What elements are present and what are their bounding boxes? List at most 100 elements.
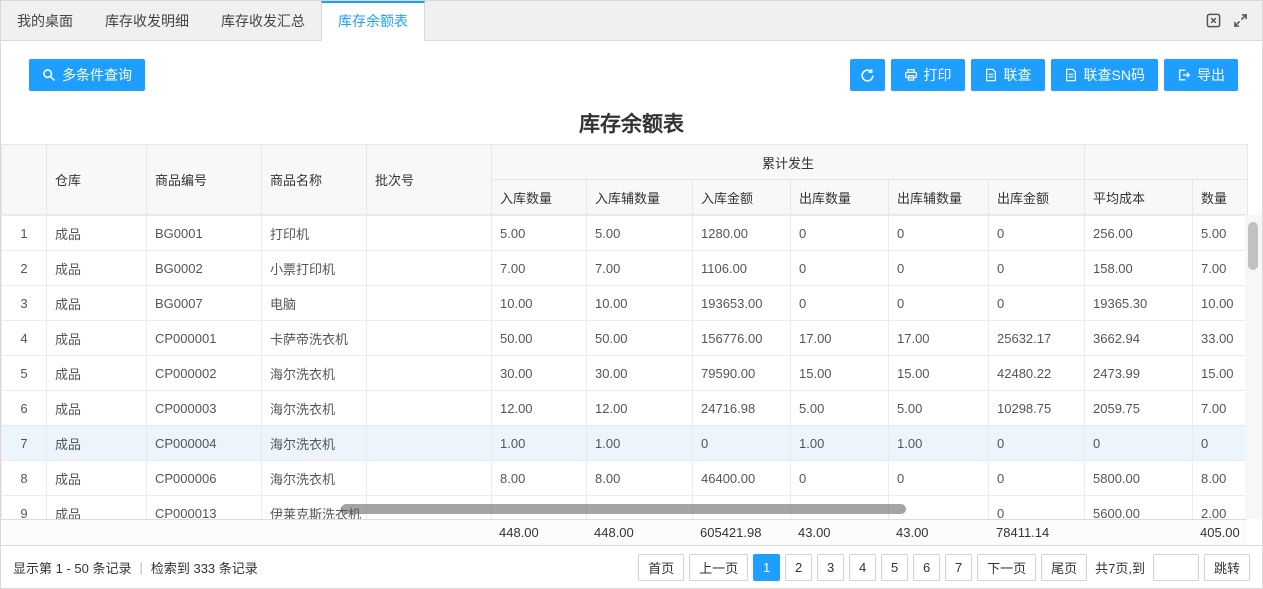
page-next-button[interactable]: 下一页: [977, 553, 1037, 581]
table-cell: 1106.00: [692, 250, 791, 286]
summary-cell: 43.00: [790, 518, 888, 545]
table-cell: 8.00: [1192, 460, 1248, 496]
table-row[interactable]: 5 成品 CP000002 海尔洗衣机 30.00 30.00 79590.00 15.00 1…: [1, 355, 1248, 391]
export-button[interactable]: 导出: [1164, 59, 1238, 91]
table-cell: 0: [1084, 425, 1193, 461]
refresh-button[interactable]: [849, 59, 885, 91]
tab-item-active[interactable]: 库存余额表: [321, 1, 425, 41]
table-cell: 0: [692, 425, 791, 461]
table-row[interactable]: 2 成品 BG0002 小票打印机 7.00 7.00 1106.00 0 0 0 158.00 7.…: [1, 250, 1248, 286]
column-header[interactable]: 入库辅数量: [586, 179, 693, 215]
row-number-cell: 8: [1, 460, 47, 496]
table-cell: 成品: [46, 390, 147, 426]
column-header[interactable]: 数量: [1192, 179, 1249, 215]
table-cell: 5600.00: [1084, 495, 1193, 519]
summary-cell: [146, 518, 261, 545]
summary-cell: [261, 518, 366, 545]
page-number-button[interactable]: 7: [945, 553, 973, 581]
column-header[interactable]: 平均成本: [1084, 179, 1194, 215]
page-jump-button[interactable]: 跳转: [1203, 553, 1250, 581]
table-cell: 5.00: [491, 215, 587, 251]
page-number-button[interactable]: 3: [817, 553, 845, 581]
table-row[interactable]: 3 成品 BG0007 电脑 10.00 10.00 193653.00 0 0 0 19365.3…: [1, 285, 1248, 321]
table-cell: 7.00: [586, 250, 693, 286]
vertical-scrollbar-thumb[interactable]: [1248, 222, 1258, 270]
app-window: 我的桌面 库存收发明细 库存收发汇总 库存余额表 多条件查询 打印 联查 联查S…: [0, 0, 1263, 589]
table-row[interactable]: 4 成品 CP000001 卡萨帝洗衣机 50.00 50.00 156776.00 17.0…: [1, 320, 1248, 356]
table-cell: 50.00: [586, 320, 693, 356]
table-cell: 成品: [46, 250, 147, 286]
table-cell: 7.00: [491, 250, 587, 286]
toolbar: 多条件查询 打印 联查 联查SN码 导出: [1, 41, 1262, 109]
table-cell: 15.00: [1192, 355, 1248, 391]
page-number-button[interactable]: 4: [849, 553, 877, 581]
tab-item[interactable]: 我的桌面: [1, 1, 89, 41]
table-cell: 2059.75: [1084, 390, 1193, 426]
table-cell: BG0001: [146, 215, 262, 251]
table-cell: 成品: [46, 495, 147, 519]
page-count-text: 共7页,到: [1095, 560, 1145, 576]
table-cell: 12.00: [586, 390, 693, 426]
printer-icon: [904, 68, 918, 82]
table-cell: 256.00: [1084, 215, 1193, 251]
print-button[interactable]: 打印: [890, 59, 965, 91]
table-cell: 42480.22: [988, 355, 1085, 391]
column-header[interactable]: 出库辅数量: [888, 179, 989, 215]
tab-item[interactable]: 库存收发汇总: [205, 1, 321, 41]
page-first-button[interactable]: 首页: [638, 553, 685, 581]
vertical-scrollbar[interactable]: [1245, 215, 1262, 519]
summary-cell: [1, 518, 46, 545]
column-header[interactable]: 商品编号: [146, 144, 262, 215]
table-cell: 30.00: [586, 355, 693, 391]
column-header[interactable]: 商品名称: [261, 144, 367, 215]
page-number-button[interactable]: 5: [881, 553, 909, 581]
table-cell: CP000006: [146, 460, 262, 496]
tab-list: 我的桌面 库存收发明细 库存收发汇总 库存余额表: [1, 1, 425, 41]
table-cell: 1280.00: [692, 215, 791, 251]
page-number-button[interactable]: 2: [785, 553, 813, 581]
page-jump-input[interactable]: [1152, 553, 1199, 581]
table-row[interactable]: 7 成品 CP000004 海尔洗衣机 1.00 1.00 0 1.00 1.00 0 0 0: [1, 425, 1248, 461]
page-prev-button[interactable]: 上一页: [689, 553, 749, 581]
column-header[interactable]: 入库数量: [491, 179, 587, 215]
table-cell: CP000002: [146, 355, 262, 391]
page-number-button[interactable]: 1: [753, 553, 781, 581]
summary-cell: 405.00: [1192, 518, 1247, 545]
table-row[interactable]: 6 成品 CP000003 海尔洗衣机 12.00 12.00 24716.98 5.00 5.…: [1, 390, 1248, 426]
table-cell: 0: [888, 215, 989, 251]
table-cell: 海尔洗衣机: [261, 460, 367, 496]
table-cell: 海尔洗衣机: [261, 390, 367, 426]
fullscreen-icon[interactable]: [1233, 13, 1248, 28]
tab-item[interactable]: 库存收发明细: [89, 1, 205, 41]
close-tabs-icon[interactable]: [1206, 13, 1221, 28]
column-header[interactable]: 仓库: [46, 144, 147, 215]
column-header[interactable]: 出库数量: [790, 179, 889, 215]
table-cell: 25632.17: [988, 320, 1085, 356]
table-cell: 0: [790, 250, 889, 286]
table-cell: 0: [988, 250, 1085, 286]
row-number-cell: 1: [1, 215, 47, 251]
summary-cell: 43.00: [888, 518, 988, 545]
column-header[interactable]: 批次号: [366, 144, 492, 215]
column-header[interactable]: 入库金额: [692, 179, 791, 215]
row-number-cell: 2: [1, 250, 47, 286]
table-cell: 0: [988, 215, 1085, 251]
linked-query-sn-button[interactable]: 联查SN码: [1050, 59, 1158, 91]
multi-condition-query-button[interactable]: 多条件查询: [29, 59, 145, 91]
table-cell: 5.00: [586, 215, 693, 251]
linked-query-button[interactable]: 联查: [970, 59, 1045, 91]
table-cell: [366, 250, 492, 286]
search-icon: [42, 68, 56, 82]
page-number-button[interactable]: 6: [913, 553, 941, 581]
table-cell: 17.00: [888, 320, 989, 356]
document-icon: [1064, 68, 1078, 82]
page-last-button[interactable]: 尾页: [1041, 553, 1088, 581]
table-row[interactable]: 1 成品 BG0001 打印机 5.00 5.00 1280.00 0 0 0 256.00 5.00: [1, 215, 1248, 251]
table-cell: 46400.00: [692, 460, 791, 496]
document-icon: [984, 68, 998, 82]
column-header[interactable]: 出库金额: [987, 179, 1086, 215]
table-cell: 成品: [46, 320, 147, 356]
horizontal-scrollbar[interactable]: [341, 503, 906, 514]
table-row[interactable]: 8 成品 CP000006 海尔洗衣机 8.00 8.00 46400.00 0 0 0 5800.…: [1, 460, 1248, 496]
table-cell: [366, 355, 492, 391]
